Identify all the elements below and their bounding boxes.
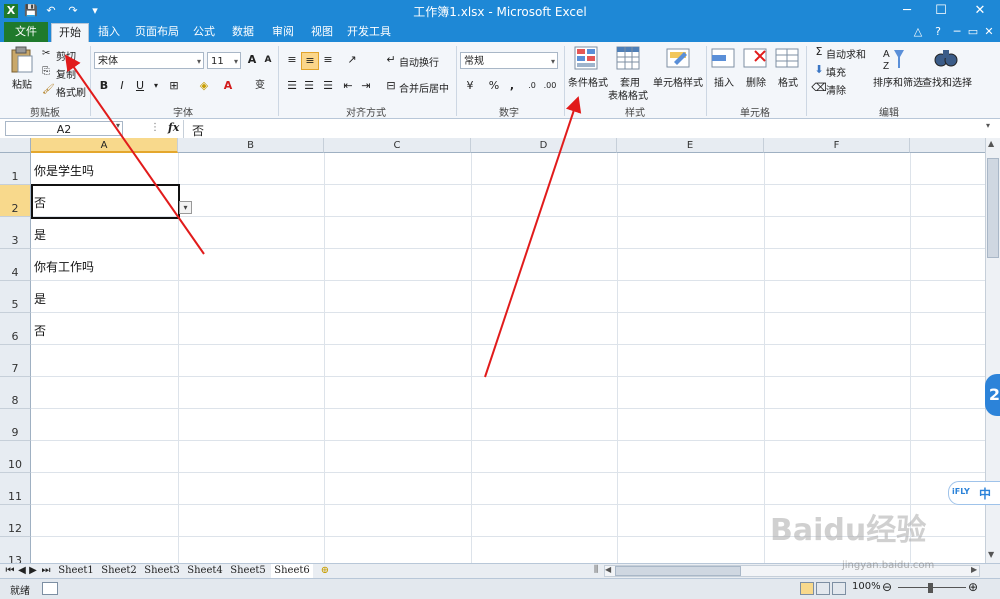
arrow-to-conditional-format xyxy=(484,96,582,378)
annotation-arrows xyxy=(64,54,582,378)
arrow-to-home-tab xyxy=(64,54,205,255)
